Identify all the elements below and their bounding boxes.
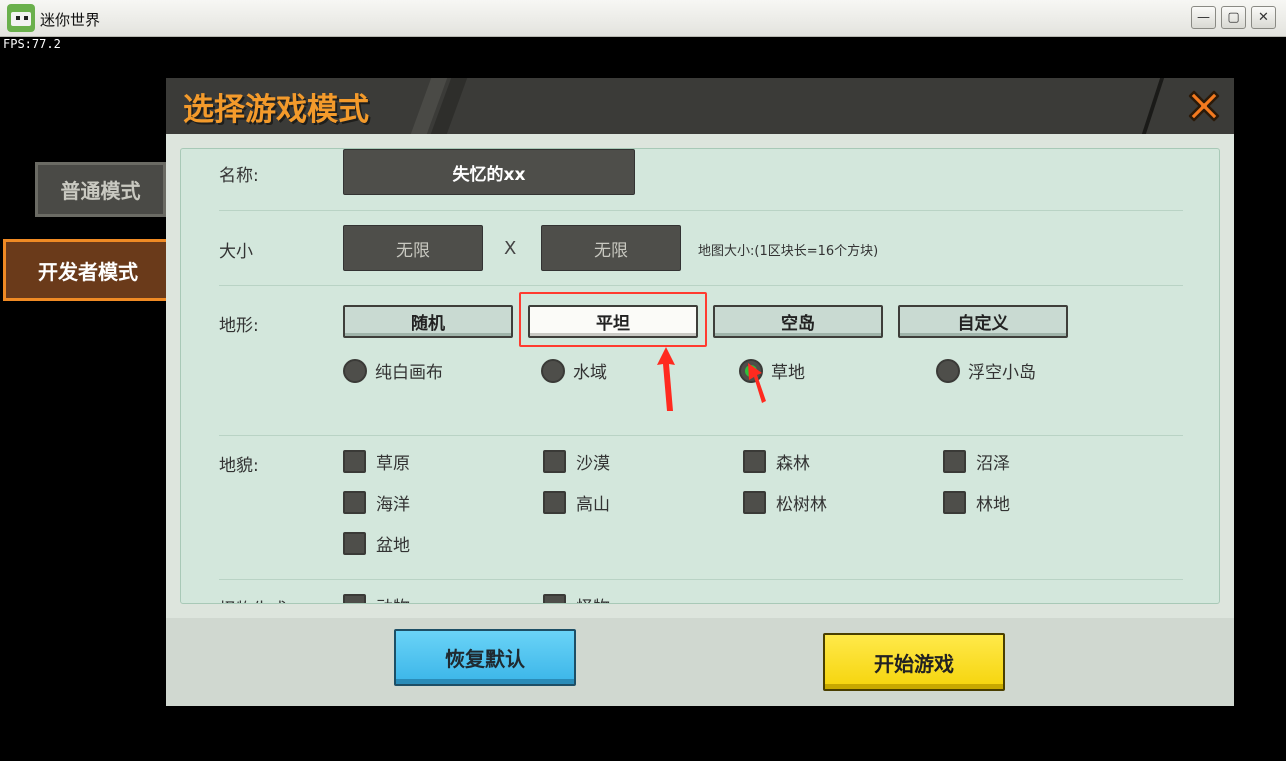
maximize-button[interactable]: ▢ — [1221, 6, 1246, 29]
check-label: 海洋 — [376, 495, 410, 515]
name-label: 名称: — [219, 166, 259, 186]
radio-dot-selected — [739, 358, 763, 383]
dialog-title: 选择游戏模式 — [183, 92, 369, 128]
tab-developer-mode[interactable]: 开发者模式 — [3, 239, 173, 301]
check-basin[interactable]: 盆地 — [343, 531, 410, 556]
radio-dot — [936, 358, 960, 383]
radio-label: 草地 — [771, 363, 805, 383]
radio-label: 水域 — [573, 363, 607, 383]
check-label: 沼泽 — [976, 454, 1010, 474]
radio-blank-canvas[interactable]: 纯白画布 — [343, 358, 443, 383]
check-monsters[interactable]: 怪物 — [543, 593, 610, 603]
monster-label: 怪物生成 — [219, 595, 287, 603]
reset-defaults-button[interactable]: 恢复默认 — [394, 629, 576, 686]
check-label: 沙漠 — [576, 454, 610, 474]
fps-counter: FPS:77.2 — [3, 37, 61, 51]
checkbox — [343, 532, 366, 555]
check-label: 动物 — [376, 593, 410, 603]
minimize-button[interactable]: — — [1191, 6, 1216, 29]
check-label: 林地 — [976, 495, 1010, 515]
check-label: 盆地 — [376, 536, 410, 556]
radio-grassland[interactable]: 草地 — [739, 358, 805, 383]
terrain-random-button[interactable]: 随机 — [343, 305, 513, 338]
checkbox — [943, 450, 966, 473]
checkbox — [343, 491, 366, 514]
check-label: 松树林 — [776, 495, 827, 515]
radio-floating-island[interactable]: 浮空小岛 — [936, 358, 1036, 383]
check-mountain[interactable]: 高山 — [543, 490, 610, 515]
check-label: 怪物 — [576, 593, 610, 603]
size-separator: X — [504, 238, 517, 259]
radio-dot — [541, 358, 565, 383]
window-titlebar: 迷你世界 — ▢ ✕ — [0, 0, 1286, 37]
settings-panel: 名称: 失忆的xx 大小 无限 X 无限 地图大小:(1区块长=16个方块) 地… — [180, 148, 1220, 604]
check-label: 草原 — [376, 454, 410, 474]
app-icon — [7, 4, 35, 32]
terrain-sky-island-button[interactable]: 空岛 — [713, 305, 883, 338]
check-swamp[interactable]: 沼泽 — [943, 449, 1010, 474]
size-label: 大小 — [219, 242, 253, 262]
world-name-field[interactable]: 失忆的xx — [343, 149, 635, 195]
checkbox — [543, 594, 566, 603]
check-label: 高山 — [576, 495, 610, 515]
size-width-field[interactable]: 无限 — [343, 225, 483, 271]
check-desert[interactable]: 沙漠 — [543, 449, 610, 474]
window-title: 迷你世界 — [40, 11, 101, 29]
checkbox — [543, 491, 566, 514]
check-label: 森林 — [776, 454, 810, 474]
check-forest[interactable]: 森林 — [743, 449, 810, 474]
check-pine-forest[interactable]: 松树林 — [743, 490, 827, 515]
size-height-field[interactable]: 无限 — [541, 225, 681, 271]
radio-label: 纯白画布 — [375, 363, 443, 383]
radio-dot — [343, 358, 367, 383]
radio-label: 浮空小岛 — [968, 363, 1036, 383]
dialog-footer: 恢复默认 开始游戏 — [166, 618, 1234, 706]
check-animals[interactable]: 动物 — [343, 593, 410, 603]
annotation-arrow-icon — [657, 347, 675, 411]
checkbox — [343, 594, 366, 603]
checkbox — [743, 450, 766, 473]
checkbox — [543, 450, 566, 473]
tab-normal-mode[interactable]: 普通模式 — [35, 162, 166, 217]
check-ocean[interactable]: 海洋 — [343, 490, 410, 515]
dialog-header: 选择游戏模式 — [166, 78, 1234, 134]
selection-highlight-box — [519, 292, 707, 347]
start-game-button[interactable]: 开始游戏 — [823, 633, 1005, 691]
checkbox — [343, 450, 366, 473]
landform-label: 地貌: — [219, 456, 259, 476]
radio-water[interactable]: 水域 — [541, 358, 607, 383]
window-close-button[interactable]: ✕ — [1251, 6, 1276, 29]
checkbox — [743, 491, 766, 514]
game-mode-dialog: 选择游戏模式 名称: 失忆的xx 大小 无限 X 无限 地图大小:(1区块长=1… — [166, 78, 1234, 706]
check-woodland[interactable]: 林地 — [943, 490, 1010, 515]
close-x-icon[interactable] — [1182, 84, 1226, 128]
terrain-custom-button[interactable]: 自定义 — [898, 305, 1068, 338]
checkbox — [943, 491, 966, 514]
check-prairie[interactable]: 草原 — [343, 449, 410, 474]
terrain-label: 地形: — [219, 316, 259, 336]
size-note: 地图大小:(1区块长=16个方块) — [698, 244, 879, 259]
